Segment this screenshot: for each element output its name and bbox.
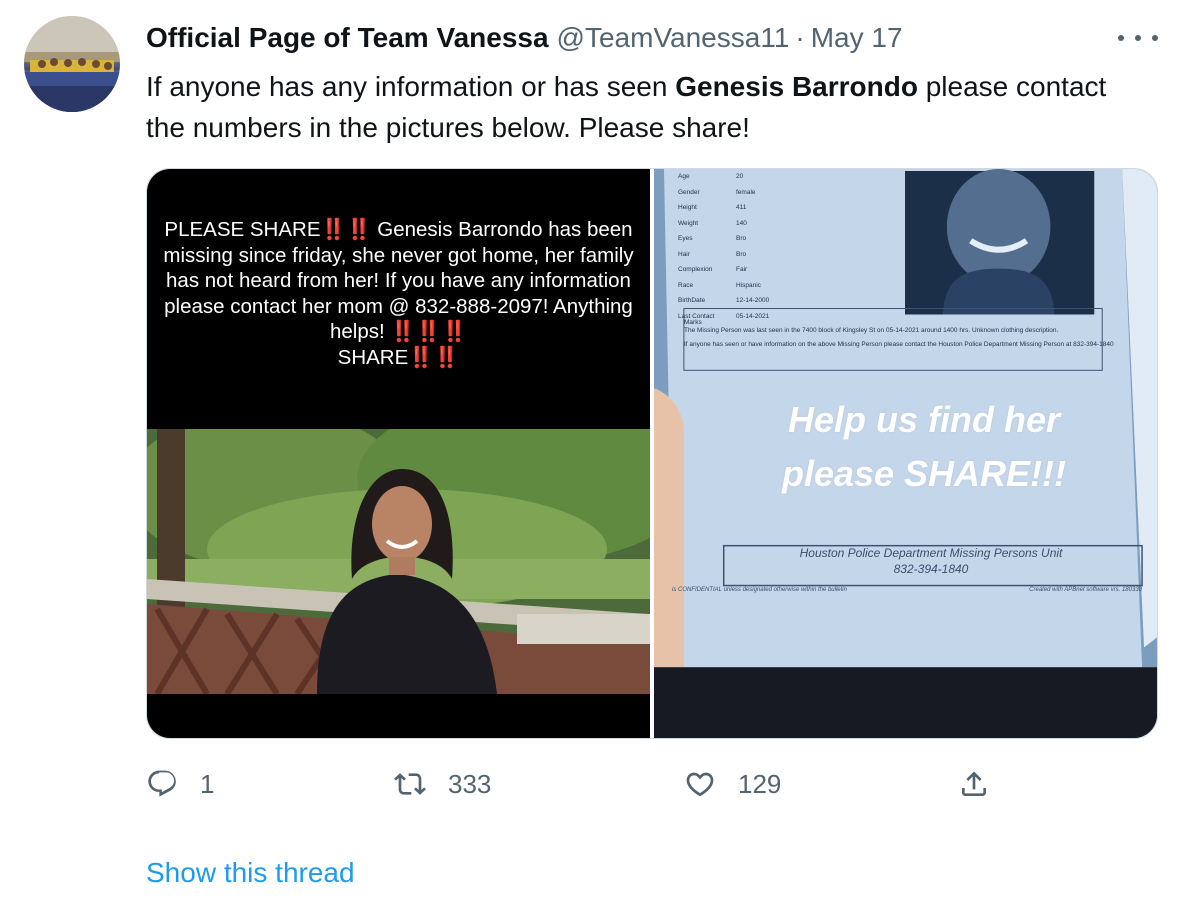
field-value: 12-14-2000 <box>736 297 770 304</box>
retweet-count: 333 <box>448 768 492 799</box>
footer-note-left: is CONFIDENTIAL unless designated otherw… <box>672 587 847 593</box>
bulletin-field: Age 20 <box>678 169 769 185</box>
heart-icon <box>686 772 714 797</box>
field-value: Fair <box>736 266 748 273</box>
more-icon[interactable] <box>1118 26 1158 50</box>
flyer-bangs-3: ‼️‼️ <box>408 345 460 369</box>
retweet-icon <box>394 773 426 795</box>
flyer-text: PLEASE SHARE‼️‼️ Genesis Barrondo has be… <box>161 217 636 370</box>
bulletin-field: Height 411 <box>678 200 769 216</box>
media-grid: PLEASE SHARE‼️‼️ Genesis Barrondo has be… <box>146 168 1158 739</box>
tweet-date[interactable]: May 17 <box>811 22 903 54</box>
field-label: Height <box>678 204 697 211</box>
help-overlay-line1: Help us find her <box>787 399 1061 440</box>
avatar-image <box>24 16 120 112</box>
retweet-button[interactable]: 333 <box>394 762 491 806</box>
field-label: Weight <box>678 219 699 227</box>
reply-icon <box>148 770 176 797</box>
bulletin-field: Complexion Fair <box>678 262 769 278</box>
police-unit-name: Houston Police Department Missing Person… <box>799 546 1063 560</box>
bulletin-field: Race Hispanic <box>678 278 769 294</box>
show-thread-link[interactable]: Show this thread <box>146 857 355 889</box>
help-overlay-line2: please SHARE!!! <box>781 453 1067 494</box>
bulletin-footer: is CONFIDENTIAL unless designated otherw… <box>672 587 1142 593</box>
field-label: Complexion <box>678 266 713 273</box>
field-label: Race <box>678 281 694 289</box>
bulletin-marks: Marks The Missing Person was last seen i… <box>684 319 1114 349</box>
tweet-text-start: If anyone has any information or has see… <box>146 71 676 102</box>
share-icon <box>962 771 986 796</box>
flyer-bangs-2: ‼️‼️‼️ <box>390 320 467 343</box>
author-avatar[interactable] <box>24 16 120 112</box>
tweet-actions: 1 333 129 <box>146 762 1006 806</box>
bulletin-field: Eyes Bro <box>678 231 769 247</box>
reply-button[interactable]: 1 <box>146 762 214 806</box>
footer-note-right: Created with APBnet software vrs. 180330 <box>1029 587 1142 593</box>
bulletin-field: BirthDate 12-14-2000 <box>678 293 769 309</box>
author-name[interactable]: Official Page of Team Vanessa <box>146 22 549 54</box>
field-label: Gender <box>678 188 700 196</box>
media-image-right[interactable]: Age 20 Gender female Height 411 Weight 140 E… <box>654 169 1157 738</box>
bulletin-fields: Age 20 Gender female Height 411 Weight 140 E… <box>678 169 769 324</box>
tweet-header: Official Page of Team Vanessa @TeamVanes… <box>146 20 903 56</box>
field-value: female <box>736 188 756 196</box>
share-button[interactable] <box>958 762 990 806</box>
help-overlay-text: Help us find her please SHARE!!! <box>714 393 1134 501</box>
missing-person-photo <box>147 429 650 694</box>
field-value: Bro <box>736 235 747 242</box>
contact-text: If anyone has seen or have information o… <box>684 341 1114 348</box>
field-label: Hair <box>678 250 690 258</box>
field-value: 20 <box>736 173 744 180</box>
bulletin-field: Weight 140 <box>678 216 769 232</box>
flyer-text-start: PLEASE SHARE <box>164 218 321 241</box>
separator-dot: · <box>795 22 805 53</box>
tweet-text: If anyone has any information or has see… <box>146 66 1146 148</box>
flyer-text-share: SHARE <box>337 345 409 369</box>
bulletin-field: Gender female <box>678 185 769 201</box>
media-image-left[interactable]: PLEASE SHARE‼️‼️ Genesis Barrondo has be… <box>147 169 650 738</box>
author-handle[interactable]: @TeamVanessa11 <box>557 22 790 54</box>
reply-count: 1 <box>200 768 215 799</box>
police-unit-box: Houston Police Department Missing Person… <box>716 545 1146 577</box>
missing-person-name: Genesis Barrondo <box>675 71 918 102</box>
police-unit-phone: 832-394-1840 <box>893 562 969 576</box>
bulletin-field: Hair Bro <box>678 247 769 263</box>
field-label: Eyes <box>678 235 693 242</box>
marks-label: Marks <box>684 319 702 326</box>
field-label: BirthDate <box>678 297 706 304</box>
field-value: Hispanic <box>736 281 761 289</box>
field-value: Bro <box>736 250 747 258</box>
field-label: Age <box>678 173 690 180</box>
like-count: 129 <box>738 768 782 799</box>
field-value: 140 <box>736 219 747 227</box>
field-value: 411 <box>736 204 747 211</box>
like-button[interactable]: 129 <box>684 762 781 806</box>
flyer-bangs-1: ‼️‼️ <box>320 218 372 241</box>
marks-text: The Missing Person was last seen in the … <box>684 327 1059 334</box>
